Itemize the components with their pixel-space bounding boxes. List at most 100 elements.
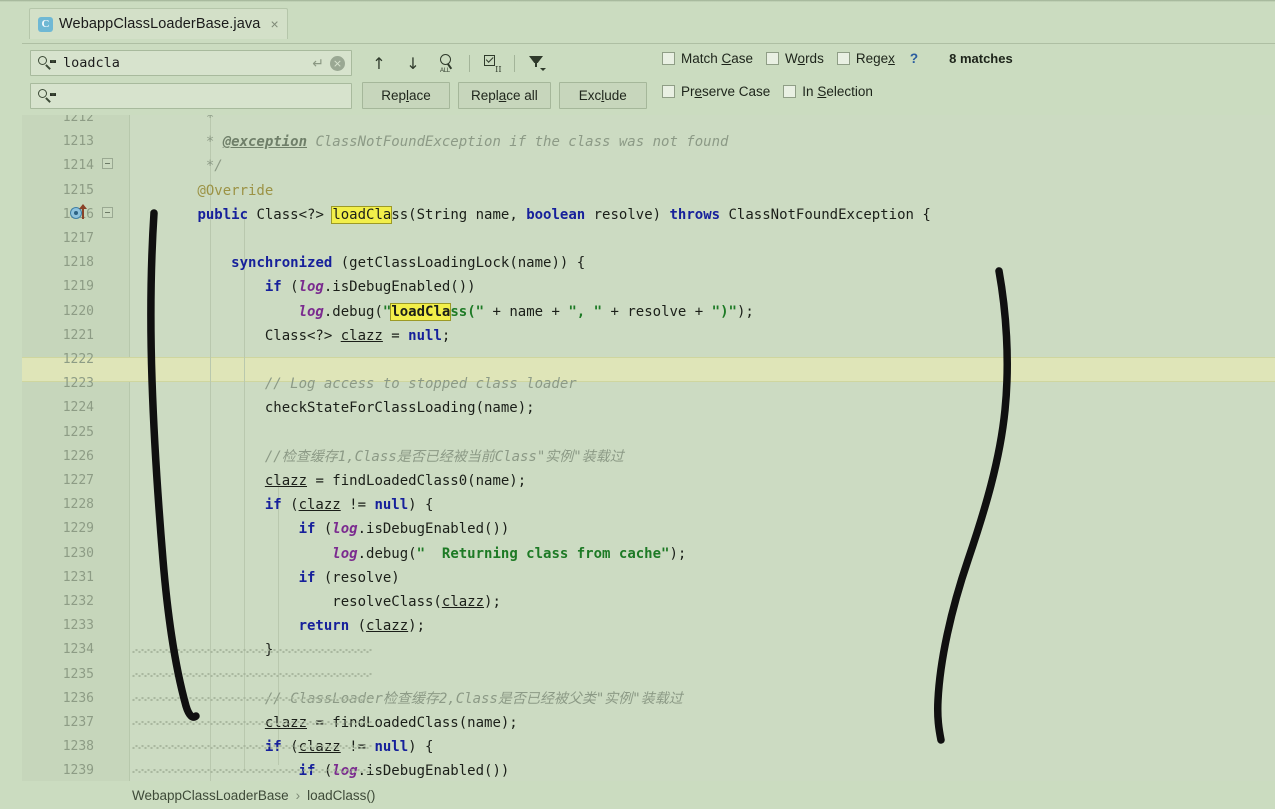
code-line[interactable]: 1225 [22, 421, 1275, 445]
code-line-text: if (log.isDebugEnabled()) [298, 521, 510, 538]
find-options-row-1: Match Case Words Regex ? 8 matches [662, 51, 1013, 66]
toolbar-separator-2 [514, 54, 515, 72]
line-number: 1221 [62, 327, 94, 343]
match-case-checkbox-box[interactable] [662, 52, 675, 65]
regex-checkbox-box[interactable] [836, 52, 850, 65]
add-multiple-carets-icon[interactable]: II [475, 50, 509, 76]
exclude-button[interactable]: Exc l ude [558, 82, 647, 109]
filter-icon[interactable] [520, 50, 554, 76]
editor-tab-bar: C WebappClassLoaderBase.java × [0, 0, 1275, 43]
line-number: 1236 [62, 690, 94, 706]
preserve-case-checkbox-box[interactable] [662, 85, 675, 98]
regex-checkbox[interactable]: Regex [836, 51, 895, 66]
line-number: 1234 [62, 642, 94, 658]
replace-input[interactable] [30, 83, 352, 109]
code-line[interactable]: 1218 synchronized (getClassLoadingLock(n… [22, 251, 1275, 275]
code-line[interactable]: 1232 resolveClass(clazz); [22, 590, 1275, 614]
line-number: 1223 [62, 376, 94, 392]
code-line[interactable]: 1222 [22, 348, 1275, 372]
line-number: 1231 [62, 569, 94, 585]
find-previous-icon[interactable]: ↑ [362, 50, 396, 76]
code-line[interactable]: 1230 log.debug(" Returning class from ca… [22, 542, 1275, 566]
select-all-occurrences-icon[interactable]: ALL [430, 50, 464, 76]
code-line[interactable]: 1220 log.debug("loadClass(" + name + ", … [22, 300, 1275, 324]
line-number: 1224 [62, 400, 94, 416]
code-line[interactable]: 1231 if (resolve) [22, 566, 1275, 590]
overridden-method-icon[interactable] [70, 204, 87, 221]
code-line[interactable]: 1215 @Override [22, 179, 1275, 203]
line-number: 1222 [62, 352, 94, 367]
code-line[interactable]: 1216 public Class<?> loadClass(String na… [22, 203, 1275, 227]
code-line-text: log.debug(" Returning class from cache")… [332, 545, 687, 562]
replace-all-button[interactable]: Repl a ce all [458, 82, 551, 109]
find-next-icon[interactable]: ↓ [396, 50, 430, 76]
editor-tab-webappclassloaderbase[interactable]: C WebappClassLoaderBase.java × [29, 8, 288, 39]
replace-search-icon [37, 88, 56, 104]
in-selection-label: In Selection [802, 84, 873, 99]
breadcrumb-class[interactable]: WebappClassLoaderBase [132, 788, 289, 803]
code-line[interactable]: 1226 //检查缓存1,Class是否已经被当前Class"实例"装载过 [22, 445, 1275, 469]
code-line[interactable]: 1223 // Log access to stopped class load… [22, 372, 1275, 396]
code-line-text: if (resolve) [298, 569, 400, 586]
code-line-text: * @exception ClassNotFoundException if t… [130, 134, 729, 151]
words-checkbox[interactable]: Words [766, 51, 824, 66]
match-case-checkbox[interactable]: Match Case [662, 51, 753, 66]
search-input[interactable]: loadcla ↵ × [30, 50, 352, 76]
code-line-text: //检查缓存1,Class是否已经被当前Class"实例"装载过 [130, 448, 624, 465]
line-number: 1230 [62, 545, 94, 561]
line-number: 1220 [62, 303, 94, 319]
text-caret [150, 361, 152, 378]
words-label: Words [785, 51, 824, 66]
line-number: 1217 [62, 231, 94, 246]
fold-marker-1214[interactable] [102, 158, 113, 169]
java-class-icon: C [38, 16, 53, 32]
line-number: 1235 [62, 666, 94, 682]
code-line[interactable]: 1229 if (log.isDebugEnabled()) [22, 517, 1275, 541]
code-line-text: @Override [130, 182, 274, 199]
code-editor[interactable]: 1212 * 1213 * @exception ClassNotFoundExc… [22, 115, 1275, 781]
close-icon[interactable]: × [270, 16, 278, 32]
line-number: 1214 [62, 158, 94, 174]
line-number: 1218 [62, 255, 94, 271]
code-line[interactable]: 1228 if (clazz != null) { [22, 493, 1275, 517]
code-line-text: clazz = findLoadedClass0(name); [264, 473, 527, 489]
match-case-label: Match Case [681, 51, 754, 66]
code-line-text: checkStateForClassLoading(name); [130, 400, 535, 417]
code-line-text: // Log access to stopped class loader [130, 376, 577, 393]
code-line-text: if (log.isDebugEnabled()) [264, 279, 476, 296]
code-line[interactable]: 1213 * @exception ClassNotFoundException… [22, 130, 1275, 154]
clear-search-icon[interactable]: × [330, 55, 345, 71]
line-number: 1232 [62, 594, 94, 609]
code-line[interactable]: 1227 clazz = findLoadedClass0(name); [22, 469, 1275, 493]
enter-icon[interactable]: ↵ [312, 55, 324, 72]
tab-bar-shadow [0, 0, 1275, 2]
code-line[interactable]: 1219 if (log.isDebugEnabled()) [22, 275, 1275, 299]
warning-squiggle-1231 [132, 697, 372, 701]
line-number: 1226 [62, 448, 94, 464]
preserve-case-label: Preserve Case [681, 84, 771, 99]
code-line[interactable]: 1233 return (clazz); [22, 614, 1275, 638]
code-line-text: public Class<?> loadClass(String name, b… [197, 205, 931, 224]
in-selection-checkbox-box[interactable] [783, 85, 797, 98]
code-line[interactable]: 1214 */ [22, 154, 1275, 178]
in-selection-checkbox[interactable]: In Selection [783, 84, 873, 99]
breadcrumb: WebappClassLoaderBase › loadClass() [22, 781, 1275, 809]
line-number: 1212 [62, 115, 94, 125]
words-checkbox-box[interactable] [766, 52, 780, 65]
window-left-margin [0, 0, 22, 809]
warning-squiggle-1232 [132, 721, 372, 725]
preserve-case-checkbox[interactable]: Preserve Case [662, 84, 770, 99]
help-icon[interactable]: ? [910, 51, 918, 66]
code-line-text: resolveClass(clazz); [130, 594, 501, 610]
warning-squiggle-1230 [132, 673, 372, 677]
code-line[interactable]: 1221 Class<?> clazz = null; [22, 324, 1275, 348]
line-number: 1228 [62, 497, 94, 513]
code-line-text: synchronized (getClassLoadingLock(name))… [231, 255, 586, 272]
breadcrumb-method[interactable]: loadClass() [307, 788, 375, 803]
fold-marker-1216[interactable] [102, 207, 113, 218]
code-line[interactable]: 1217 [22, 227, 1275, 251]
search-icon [37, 55, 56, 71]
code-line[interactable]: 1212 * [22, 115, 1275, 130]
code-line[interactable]: 1224 checkStateForClassLoading(name); [22, 396, 1275, 420]
replace-button[interactable]: Rep l ace [362, 82, 450, 109]
